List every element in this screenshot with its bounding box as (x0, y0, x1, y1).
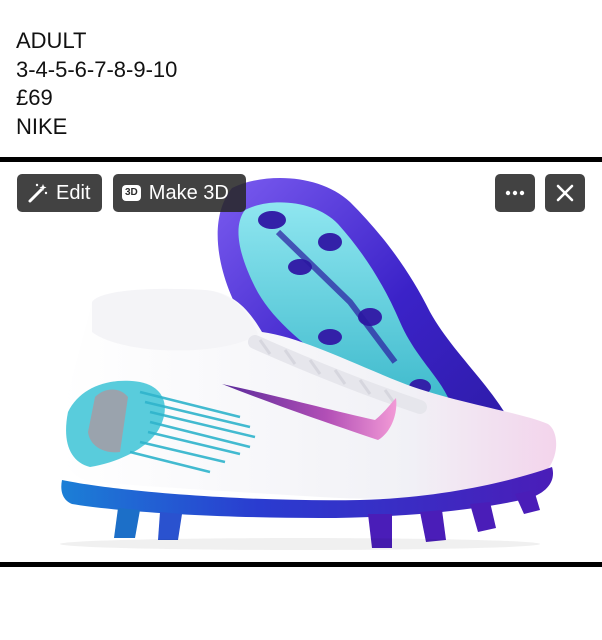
caption-line-age: ADULT (16, 28, 87, 53)
magic-wand-icon (27, 182, 49, 204)
3d-icon: 3D (122, 185, 141, 201)
more-horizontal-icon (505, 190, 525, 196)
bottom-divider (0, 562, 602, 567)
close-icon (556, 184, 574, 202)
post-caption: ADULT 3-4-5-6-7-8-9-10 £69 NIKE (16, 27, 177, 141)
more-options-button[interactable] (495, 174, 535, 212)
make-3d-label: Make 3D (148, 181, 229, 204)
caption-line-price: £69 (16, 85, 53, 110)
football-boots-image (60, 177, 557, 550)
close-button[interactable] (545, 174, 585, 212)
caption-line-sizes: 3-4-5-6-7-8-9-10 (16, 56, 178, 82)
edit-button[interactable]: Edit (17, 174, 102, 212)
caption-line-brand: NIKE (16, 113, 68, 139)
make-3d-button[interactable]: 3D Make 3D (113, 174, 246, 212)
product-photo[interactable] (0, 162, 602, 562)
edit-label: Edit (56, 181, 91, 204)
